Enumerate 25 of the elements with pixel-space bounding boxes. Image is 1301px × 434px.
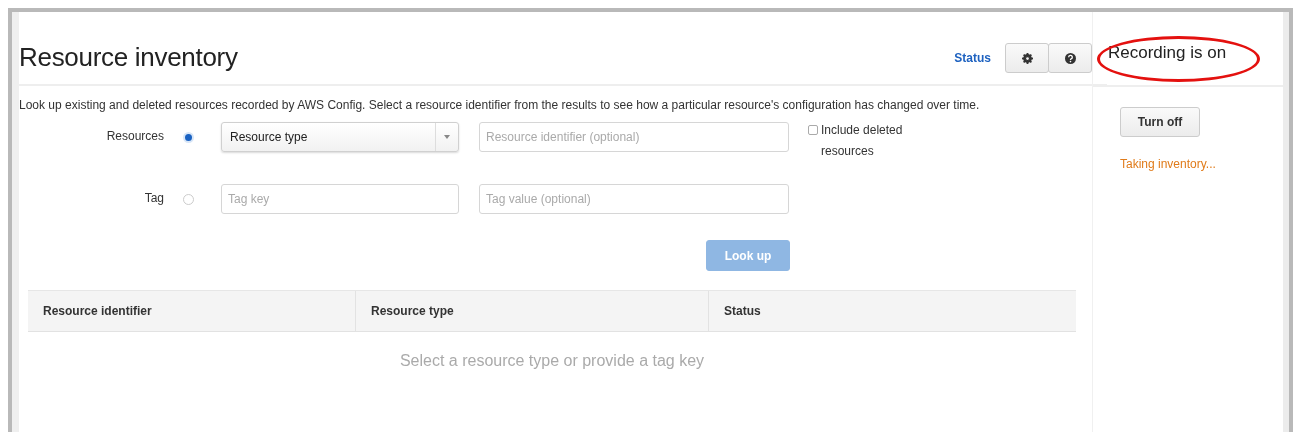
inventory-status: Taking inventory... (1120, 157, 1217, 171)
resource-type-dropdown[interactable]: Resource type (221, 122, 459, 152)
filter-label: Tag (143, 191, 164, 205)
description-text: Look up existing and deleted resources recorded by AWS Config. Select a resource identifier from the results to see how a particular resource's configuration has changed over time. (19, 97, 981, 114)
radio-button[interactable] (183, 132, 194, 143)
checkbox-label: Include deleted resources (821, 122, 904, 160)
page-title: Resource inventory (19, 41, 238, 73)
caret-icon (444, 135, 450, 139)
column-header: Resource type (355, 291, 708, 331)
filter-label: Resources (105, 129, 164, 143)
recording-status: Recording is on (1108, 42, 1227, 63)
input-field[interactable]: Resource identifier (optional) (479, 122, 789, 152)
input-field[interactable]: Tag key (221, 184, 459, 214)
radio-button[interactable] (183, 194, 194, 205)
column-header: Resource identifier (42, 303, 153, 320)
status-link[interactable]: Status (954, 51, 991, 65)
empty-message: Select a resource type or provide a tag key (398, 351, 706, 370)
help-button[interactable] (1048, 43, 1092, 73)
help-icon (1064, 52, 1076, 64)
input-field[interactable]: Tag value (optional) (479, 184, 789, 214)
turn-off-button[interactable]: Turn off (1120, 107, 1200, 137)
settings-button[interactable] (1005, 43, 1049, 73)
column-header: Status (708, 291, 1076, 331)
checkbox[interactable] (808, 125, 818, 135)
settings-icon (1021, 52, 1033, 64)
